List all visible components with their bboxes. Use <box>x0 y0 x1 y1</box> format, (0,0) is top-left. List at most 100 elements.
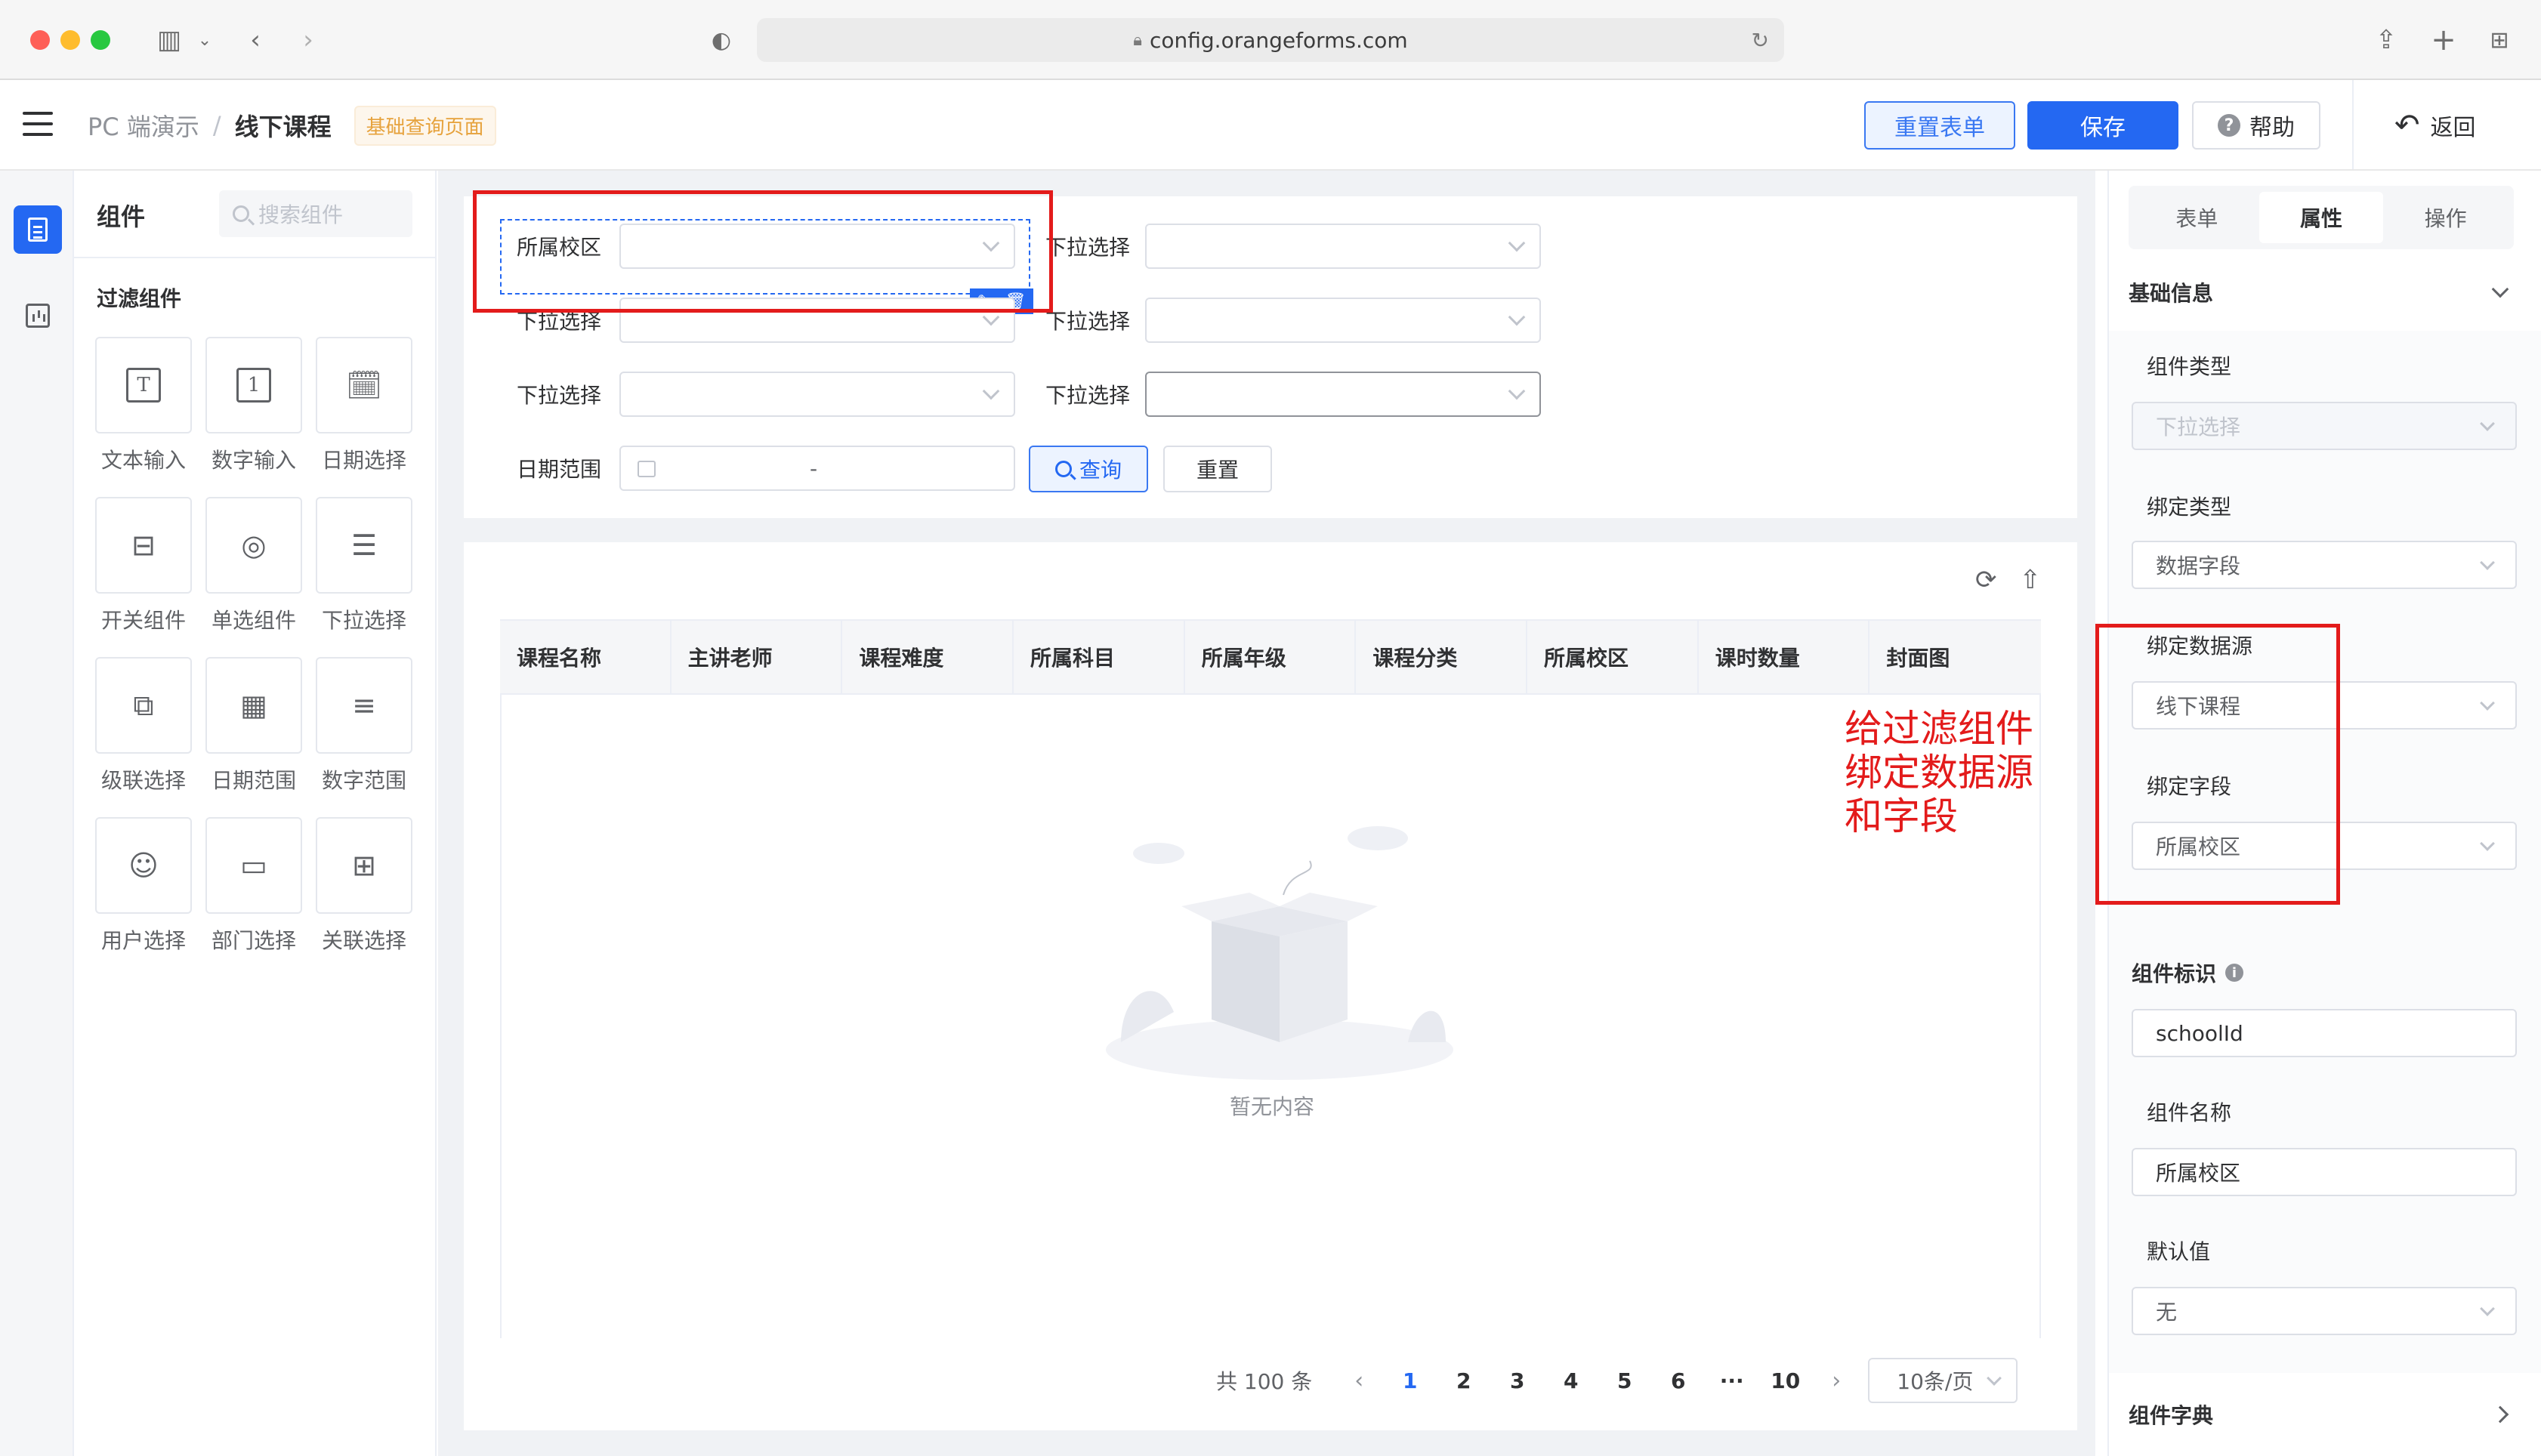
calendar-icon <box>638 461 656 477</box>
back-button[interactable]: ↶ 返回 <box>2394 107 2476 143</box>
number-input-icon: 1 <box>236 368 271 403</box>
chart-icon <box>26 304 50 328</box>
column-header[interactable]: 课程分类 <box>1356 621 1528 693</box>
export-icon[interactable]: ⇧ <box>2020 565 2042 595</box>
column-header[interactable]: 主讲老师 <box>672 621 843 693</box>
document-icon <box>28 217 48 242</box>
number-range-icon: ≡ <box>352 689 376 722</box>
filter-item-dropdown-5[interactable]: 下拉选择 <box>1045 372 1541 417</box>
query-button[interactable]: 查询 <box>1029 446 1148 492</box>
component-date-range[interactable]: ▦ 日期范围 <box>205 657 302 794</box>
column-header[interactable]: 所属年级 <box>1185 621 1357 693</box>
page-5[interactable]: 5 <box>1598 1368 1651 1393</box>
component-number-range[interactable]: ≡ 数字范围 <box>316 657 412 794</box>
help-label: 帮助 <box>2249 115 2295 141</box>
reload-icon[interactable]: ↻ <box>1752 28 1769 53</box>
filter-select[interactable] <box>1145 298 1541 343</box>
page-2[interactable]: 2 <box>1437 1368 1490 1393</box>
component-radio[interactable]: ◎ 单选组件 <box>205 497 302 634</box>
reset-form-button[interactable]: 重置表单 <box>1864 101 2015 150</box>
sidebar-toggle-icon[interactable]: ▥ <box>147 21 192 59</box>
prev-page-icon[interactable]: ‹ <box>1335 1368 1383 1394</box>
component-name-label: 组件名称 <box>2147 1100 2232 1125</box>
component-number-input[interactable]: 1 数字输入 <box>205 337 302 474</box>
table-toolbar: ⟳ ⇧ <box>1975 565 2041 595</box>
save-button[interactable]: 保存 <box>2027 101 2178 150</box>
minimize-window-button[interactable] <box>60 30 80 50</box>
component-search-placeholder: 搜索组件 <box>258 202 344 227</box>
help-button[interactable]: ? 帮助 <box>2192 101 2320 150</box>
page-4[interactable]: 4 <box>1544 1368 1598 1393</box>
breadcrumb: PC 端演示 / 线下课程 基础查询页面 <box>88 105 496 146</box>
column-header[interactable]: 课程难度 <box>842 621 1014 693</box>
close-window-button[interactable] <box>30 30 50 50</box>
column-header[interactable]: 课时数量 <box>1699 621 1870 693</box>
component-name-input[interactable]: 所属校区 <box>2132 1148 2517 1196</box>
default-value-select[interactable]: 无 <box>2132 1287 2517 1335</box>
component-dept-select[interactable]: ▭ 部门选择 <box>205 817 302 955</box>
filter-item-dropdown-3[interactable]: 下拉选择 <box>1045 298 1541 343</box>
filter-item-date-range[interactable]: 日期范围 - <box>517 446 1015 491</box>
forward-nav-icon[interactable]: › <box>293 21 323 59</box>
filter-component-group-title: 过滤组件 <box>97 286 182 311</box>
column-header[interactable]: 所属校区 <box>1527 621 1699 693</box>
page-10[interactable]: 10 <box>1758 1368 1812 1393</box>
reset-button[interactable]: 重置 <box>1163 446 1272 492</box>
report-design-tab[interactable] <box>14 292 62 340</box>
tab-overview-icon[interactable]: ⊞ <box>2481 21 2518 59</box>
page-3[interactable]: 3 <box>1490 1368 1544 1393</box>
refresh-icon[interactable]: ⟳ <box>1975 565 1997 595</box>
chevron-down-icon <box>2491 280 2509 298</box>
info-icon[interactable]: i <box>2225 964 2244 982</box>
chevron-down-icon <box>2480 1301 2495 1316</box>
tab-actions[interactable]: 操作 <box>2383 192 2508 243</box>
chevron-down-icon[interactable]: ⌄ <box>193 21 216 59</box>
filter-item-dropdown-4[interactable]: 下拉选择 <box>517 372 1015 417</box>
breadcrumb-separator: / <box>212 111 221 140</box>
breadcrumb-current: 线下课程 <box>234 113 332 141</box>
section-component-dict[interactable]: 组件字典 <box>2129 1396 2514 1433</box>
breadcrumb-root[interactable]: PC 端演示 <box>88 108 199 143</box>
shield-icon[interactable]: ◐ <box>702 21 740 59</box>
component-date-picker[interactable]: 🗓︎ 日期选择 <box>316 337 412 474</box>
column-header[interactable]: 封面图 <box>1869 621 2041 693</box>
page-6[interactable]: 6 <box>1651 1368 1705 1393</box>
column-header[interactable]: 所属科目 <box>1014 621 1185 693</box>
component-search-input[interactable]: 搜索组件 <box>219 190 412 237</box>
menu-icon[interactable] <box>23 112 53 136</box>
component-user-select[interactable]: ☺ 用户选择 <box>95 817 192 955</box>
table-body: 暂无内容 <box>500 695 2041 1338</box>
filter-select[interactable] <box>619 372 1015 417</box>
new-tab-icon[interactable]: + <box>2425 21 2462 59</box>
page-size-value: 10条/页 <box>1897 1369 1974 1394</box>
component-cascader[interactable]: ⧉ 级联选择 <box>95 657 192 794</box>
chevron-down-icon <box>982 382 1000 400</box>
page-1[interactable]: 1 <box>1383 1368 1437 1393</box>
share-icon[interactable]: ⇪ <box>2367 21 2405 59</box>
bind-type-label: 绑定类型 <box>2147 495 2232 520</box>
maximize-window-button[interactable] <box>91 30 110 50</box>
component-relation-select[interactable]: ⊞ 关联选择 <box>316 817 412 955</box>
back-nav-icon[interactable]: ‹ <box>240 21 270 59</box>
section-basic-info[interactable]: 基础信息 <box>2129 273 2514 311</box>
empty-box-illustration <box>1106 826 1453 1080</box>
next-page-icon[interactable]: › <box>1812 1368 1860 1394</box>
page-size-select[interactable]: 10条/页 <box>1868 1358 2018 1403</box>
column-header[interactable]: 课程名称 <box>500 621 672 693</box>
filter-select[interactable] <box>1145 372 1541 417</box>
page-ellipsis[interactable]: ··· <box>1705 1368 1758 1393</box>
filter-label: 下拉选择 <box>1045 309 1131 334</box>
component-switch[interactable]: ⊟ 开关组件 <box>95 497 192 634</box>
filter-item-dropdown-1[interactable]: 下拉选择 <box>1045 224 1541 269</box>
bind-type-select[interactable]: 数据字段 <box>2132 541 2517 589</box>
component-text-input[interactable]: T 文本输入 <box>95 337 192 474</box>
component-id-input[interactable]: schoolId <box>2132 1009 2517 1057</box>
filter-select[interactable] <box>1145 224 1541 269</box>
date-range-picker[interactable]: - <box>619 446 1015 491</box>
tab-form[interactable]: 表单 <box>2135 192 2259 243</box>
form-design-tab[interactable] <box>14 205 62 254</box>
tab-properties[interactable]: 属性 <box>2258 192 2384 243</box>
address-bar[interactable]: 🔒︎ config.orangeforms.com ↻ <box>757 18 1784 62</box>
component-dropdown[interactable]: ☰ 下拉选择 <box>316 497 412 634</box>
table-header: 课程名称 主讲老师 课程难度 所属科目 所属年级 课程分类 所属校区 课时数量 … <box>500 619 2041 695</box>
